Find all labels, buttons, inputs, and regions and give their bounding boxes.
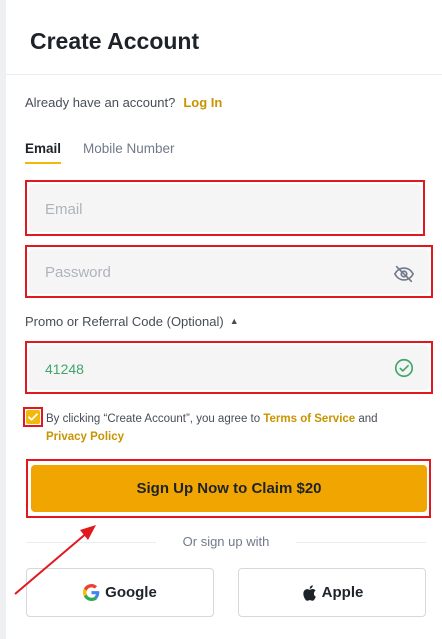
login-prompt: Already have an account? [25, 95, 176, 110]
terms-prefix: By clicking “Create Account”, you agree … [46, 413, 261, 425]
tab-mobile-number[interactable]: Mobile Number [83, 141, 175, 156]
terms-text: By clicking “Create Account”, you agree … [46, 410, 406, 446]
promo-field-wrapper [29, 345, 429, 392]
tab-email[interactable]: Email [25, 141, 62, 164]
login-prompt-row: Already have an account? Log In [25, 95, 222, 110]
apple-icon [301, 584, 317, 602]
email-field-wrapper [29, 184, 421, 234]
terms-of-service-link[interactable]: Terms of Service [263, 413, 355, 425]
terms-checkbox[interactable] [26, 410, 40, 424]
apple-label: Apple [321, 584, 364, 601]
password-field[interactable] [43, 249, 367, 296]
eye-slash-icon[interactable] [393, 263, 415, 285]
promo-code-label: Promo or Referral Code (Optional) [25, 314, 224, 329]
header: Create Account [6, 0, 442, 75]
email-field[interactable] [43, 184, 361, 234]
promo-code-input[interactable] [43, 345, 367, 392]
apple-signup-button[interactable]: Apple [238, 568, 426, 617]
password-field-wrapper [29, 249, 429, 296]
google-label: Google [105, 584, 157, 601]
terms-and: and [358, 413, 378, 425]
check-circle-icon [393, 357, 415, 379]
page-title: Create Account [30, 28, 200, 54]
promo-code-toggle[interactable]: Promo or Referral Code (Optional) ▲ [25, 314, 239, 329]
log-in-link[interactable]: Log In [183, 95, 222, 110]
sign-up-button[interactable]: Sign Up Now to Claim $20 [31, 465, 427, 512]
caret-up-icon: ▲ [229, 316, 239, 326]
privacy-policy-link[interactable]: Privacy Policy [46, 431, 124, 443]
checkbox-check-icon [28, 413, 38, 421]
arrow-annotation [14, 525, 96, 595]
